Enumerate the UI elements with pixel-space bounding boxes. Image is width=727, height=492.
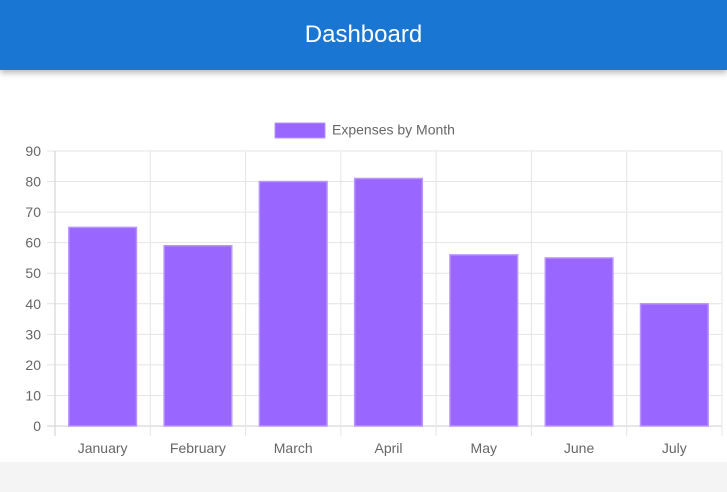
bar-january[interactable] (68, 226, 138, 427)
x-tick-label: June (564, 440, 595, 456)
bar-july[interactable] (639, 303, 709, 427)
y-tick-label: 90 (25, 143, 41, 159)
x-tick-label: January (78, 440, 128, 456)
y-axis-tick-labels: 0 10 20 30 40 50 60 70 80 90 (25, 143, 41, 434)
chart-bars (68, 177, 709, 427)
legend-label: Expenses by Month (332, 122, 455, 138)
bar-april[interactable] (353, 177, 424, 427)
legend-swatch (274, 122, 326, 139)
bar-february[interactable] (163, 244, 233, 427)
expenses-bar-chart: Expenses by Month 0 10 20 30 40 50 60 70 80 90 Ja… (25, 122, 723, 456)
x-tick-label: March (274, 440, 313, 456)
y-tick-label: 40 (25, 296, 41, 312)
y-tick-label: 70 (25, 204, 41, 220)
app-bar: Dashboard (0, 0, 727, 70)
x-tick-label: April (374, 440, 402, 456)
y-tick-label: 20 (25, 357, 41, 373)
y-tick-label: 0 (33, 418, 41, 434)
x-tick-label: May (471, 440, 497, 456)
chart-legend[interactable]: Expenses by Month (274, 122, 455, 139)
page-title: Dashboard (304, 21, 423, 48)
bar-june[interactable] (544, 257, 614, 427)
x-axis-tick-labels: January February March April May June July (78, 440, 687, 456)
x-tick-label: February (170, 440, 226, 456)
bar-march[interactable] (258, 180, 328, 427)
x-tick-label: July (662, 440, 687, 456)
y-tick-label: 50 (25, 265, 41, 281)
y-tick-label: 80 (25, 174, 41, 190)
bar-may[interactable] (449, 254, 519, 427)
y-tick-label: 30 (25, 326, 41, 342)
y-tick-label: 10 (25, 387, 41, 403)
chart-panel: Expenses by Month 0 10 20 30 40 50 60 70 80 90 Ja… (0, 70, 727, 462)
y-tick-label: 60 (25, 235, 41, 251)
